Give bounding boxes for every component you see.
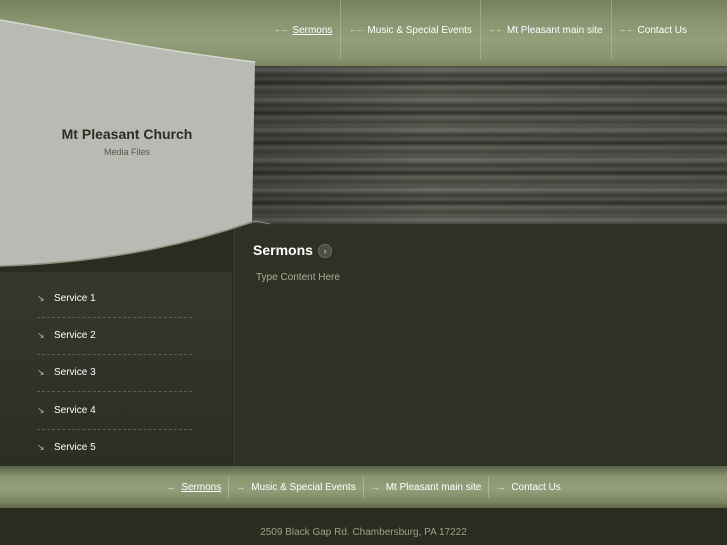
top-nav-label: Contact Us xyxy=(637,25,687,36)
arrow-icon: ←← xyxy=(619,25,635,34)
sidebar-divider xyxy=(37,317,192,318)
sidebar-item-label: Service 5 xyxy=(54,442,96,453)
sidebar-item-service-1[interactable]: ↘ Service 1 xyxy=(37,293,192,329)
sidebar-divider xyxy=(37,429,192,430)
top-nav-item-music[interactable]: ←← Music & Special Events xyxy=(340,0,480,60)
main-content xyxy=(234,224,727,466)
sidebar-item-service-2[interactable]: ↘ Service 2 xyxy=(37,330,192,366)
arrow-down-right-icon: ↘ xyxy=(37,442,45,452)
sidebar-divider xyxy=(37,354,192,355)
arrow-down-right-icon: ↘ xyxy=(37,330,45,340)
top-nav-label: Sermons xyxy=(292,25,333,36)
footer-address: 2509 Black Gap Rd. Chambersburg, PA 1722… xyxy=(260,527,467,538)
top-nav: ←← Sermons ←← Music & Special Events ←← … xyxy=(266,0,727,60)
bottom-nav-label: Mt Pleasant main site xyxy=(385,481,482,493)
top-nav-label: Mt Pleasant main site xyxy=(506,25,603,36)
bottom-nav-item-contact[interactable]: → Contact Us xyxy=(488,476,567,498)
bottom-nav-label: Contact Us xyxy=(511,481,561,493)
arrow-right-icon: → xyxy=(496,482,506,492)
arrow-down-right-icon: ↘ xyxy=(37,293,45,303)
arrow-right-icon: → xyxy=(236,482,246,492)
bottom-nav: → Sermons → Music & Special Events → Mt … xyxy=(0,476,727,498)
arrow-right-icon: → xyxy=(166,482,176,492)
bottom-nav-label: Music & Special Events xyxy=(251,481,356,493)
sidebar-item-label: Service 1 xyxy=(54,293,96,304)
sidebar-divider xyxy=(37,391,192,392)
arrow-down-right-icon: ↘ xyxy=(37,405,45,415)
arrow-icon: ←← xyxy=(488,25,504,34)
arrow-right-icon: → xyxy=(370,482,380,492)
chevron-right-icon[interactable]: › xyxy=(318,244,332,258)
top-nav-label: Music & Special Events xyxy=(367,25,472,36)
site-title: Mt Pleasant Church xyxy=(61,126,193,142)
bottom-nav-item-sermons[interactable]: → Sermons xyxy=(159,476,228,498)
arrow-icon: ←← xyxy=(349,25,364,34)
top-nav-item-contact[interactable]: ←← Contact Us xyxy=(610,0,727,60)
sidebar-item-label: Service 3 xyxy=(54,367,96,378)
bottom-nav-item-music[interactable]: → Music & Special Events xyxy=(228,476,363,498)
sidebar-item-label: Service 2 xyxy=(54,330,96,341)
arrow-down-right-icon: ↘ xyxy=(37,367,45,377)
header-banner xyxy=(230,66,727,224)
bottom-nav-item-main-site[interactable]: → Mt Pleasant main site xyxy=(362,476,489,498)
sidebar-item-service-3[interactable]: ↘ Service 3 xyxy=(37,367,192,403)
site-subtitle: Media Files xyxy=(103,147,150,157)
content-body: Type Content Here xyxy=(256,272,340,283)
sidebar-item-label: Service 4 xyxy=(54,405,96,416)
bottom-nav-label: Sermons xyxy=(181,481,222,493)
top-nav-item-main-site[interactable]: ←← Mt Pleasant main site xyxy=(479,0,611,60)
sidebar-item-service-4[interactable]: ↘ Service 4 xyxy=(37,405,192,441)
